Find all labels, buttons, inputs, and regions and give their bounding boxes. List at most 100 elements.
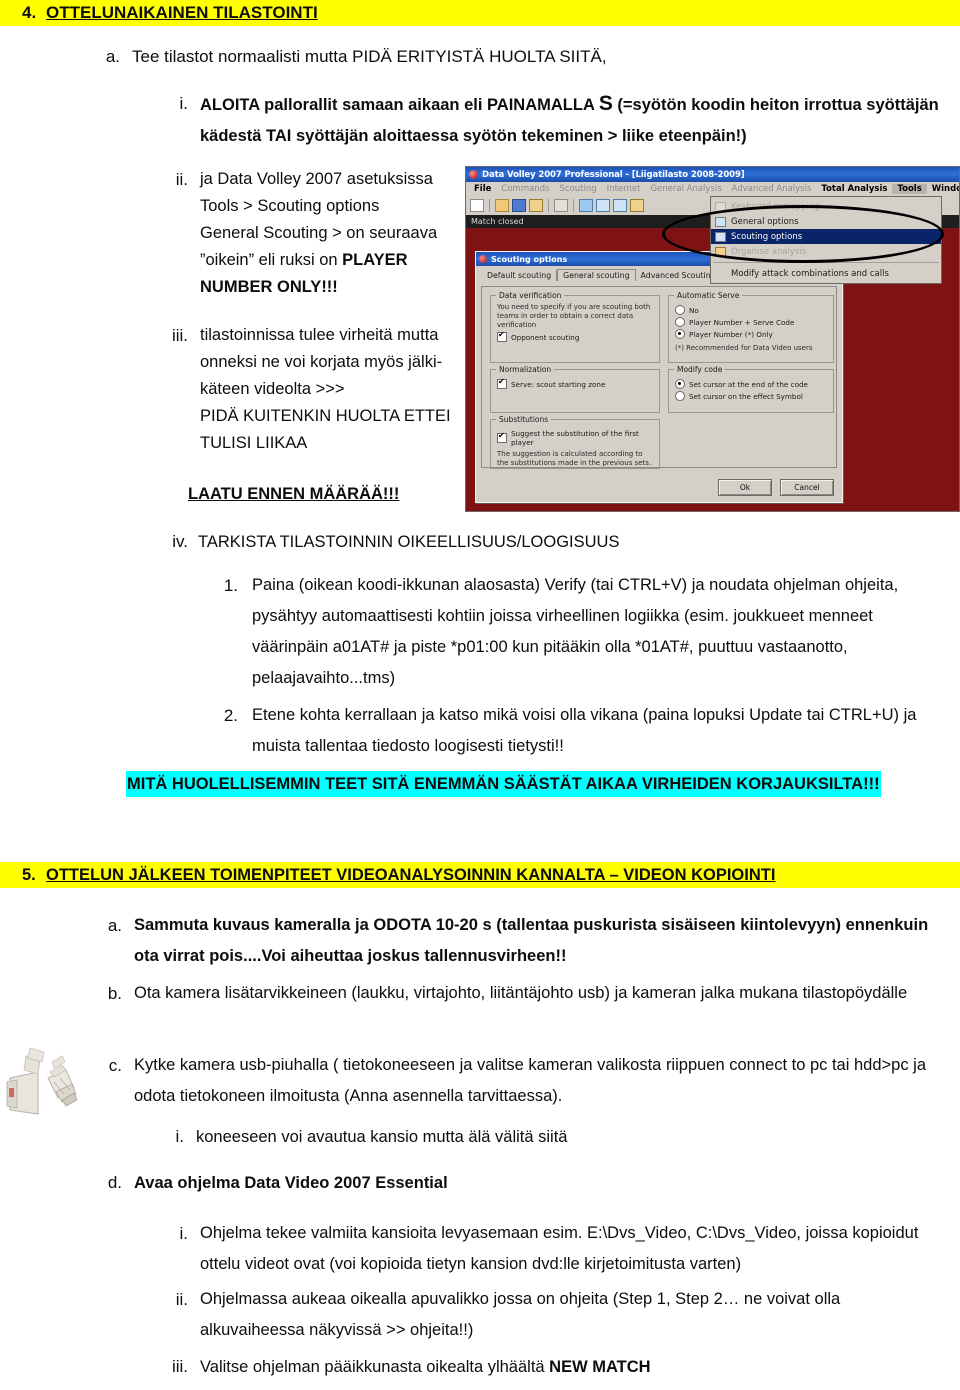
open-match-icon[interactable] — [630, 199, 644, 212]
dialog-app-icon — [479, 255, 487, 263]
radio-serve-player-number-serve-code[interactable]: Player Number + Serve Code — [675, 317, 827, 327]
opponent-scouting-label: Opponent scouting — [511, 332, 580, 342]
group-data-verification: Data verification You need to specify if… — [490, 291, 660, 363]
window-icon[interactable] — [579, 199, 593, 212]
section-4-heading: 4. OTTELUNAIKAINEN TILASTOINTI — [0, 0, 960, 26]
item-5a-text: Sammuta kuvaus kameralla ja ODOTA 10-20 … — [134, 916, 929, 965]
suggest-substitution-checkbox[interactable]: Suggest the substitution of the first pl… — [497, 429, 653, 447]
item-4a-iii-line3: käteen videolta >>> — [200, 380, 345, 398]
cyan-highlight-banner: MITÄ HUOLELLISEMMIN TEET SITÄ ENEMMÄN SÄ… — [126, 771, 881, 797]
ok-button[interactable]: Ok — [718, 479, 772, 496]
item-4a-iii-marker: iii. — [171, 326, 188, 345]
folder-icon — [715, 246, 726, 257]
checkbox-icon — [497, 330, 507, 342]
item-5d-ii-marker: ii. — [175, 1290, 188, 1309]
item-5d-iii-text-bold: NEW MATCH — [549, 1358, 651, 1376]
item-4a-iv-marker: iv. — [172, 532, 188, 551]
general-options-icon — [715, 216, 726, 227]
serve-scout-starting-zone-checkbox[interactable]: Serve: scout starting zone — [497, 377, 653, 389]
section-4-title: OTTELUNAIKAINEN TILASTOINTI — [46, 3, 318, 22]
item-4a-i-marker: i. — [179, 94, 189, 113]
checkbox-icon — [497, 431, 507, 443]
radio-serve-no-label: No — [689, 305, 699, 315]
dv-menu-commands[interactable]: Commands — [496, 184, 554, 194]
dv-app-icon — [469, 170, 478, 179]
new-file-icon[interactable] — [470, 199, 484, 212]
dv-menu-item-modify-attack-combinations[interactable]: Modify attack combinations and calls — [711, 266, 941, 281]
dv-menu-item-keyboard-remapping[interactable]: Keyboard remapping — [711, 199, 941, 214]
dv-menu-internet[interactable]: Internet — [602, 184, 646, 194]
radio-serve-player-number-only[interactable]: Player Number (*) Only — [675, 329, 827, 339]
item-4a-ii-line3: General Scouting > on seuraava — [200, 224, 438, 242]
dv-menu-advanced-analysis[interactable]: Advanced Analysis — [727, 184, 817, 194]
dv-menu-item-scouting-options[interactable]: Scouting options — [711, 229, 941, 244]
section-5-title: OTTELUN JÄLKEEN TOIMENPITEET VIDEOANALYS… — [46, 865, 776, 884]
item-4a-iii-text: tilastoinnissa tulee virheitä mutta onne… — [188, 322, 460, 457]
item-5b-marker: b. — [107, 984, 122, 1003]
dialog-title-text: Scouting options — [491, 254, 568, 264]
section-5-heading: 5. OTTELUN JÄLKEEN TOIMENPITEET VIDEOANA… — [0, 862, 960, 888]
item-5d-marker: d. — [107, 1173, 122, 1192]
item-5c: c. Kytke kamera usb-piuhalla ( tietokone… — [86, 1050, 946, 1112]
export-icon[interactable] — [596, 199, 610, 212]
radio-serve-no[interactable]: No — [675, 305, 827, 315]
item-4-numbered-2: 2. Etene kohta kerrallaan ja katso mikä … — [210, 700, 950, 762]
item-4a-ii-line2: Tools > Scouting options — [200, 197, 380, 215]
group-automatic-serve-label: Automatic Serve — [674, 291, 743, 300]
toolbar-separator — [489, 199, 490, 212]
dv-menu-total-analysis[interactable]: Total Analysis — [816, 184, 892, 194]
group-substitutions: Substitutions Suggest the substitution o… — [490, 415, 660, 469]
dv-menu-file[interactable]: File — [469, 184, 496, 194]
dv-menu-item-modify-attack-combinations-label: Modify attack combinations and calls — [731, 268, 889, 279]
radio-cursor-end-of-code[interactable]: Set cursor at the end of the code — [675, 379, 827, 389]
group-modify-code-label: Modify code — [674, 365, 726, 374]
tab-general-scouting[interactable]: General scouting — [557, 269, 636, 281]
usb-cable-svg — [6, 1047, 78, 1115]
dv-tools-dropdown: Keyboard remapping General options Scout… — [710, 196, 942, 284]
usb-cable-image — [4, 1047, 80, 1134]
open-folder-icon[interactable] — [495, 199, 509, 212]
item-4a-iii-line1: tilastoinnissa tulee virheitä mutta — [200, 326, 439, 344]
item-4a-marker: a. — [105, 47, 120, 66]
radio-icon — [675, 329, 685, 339]
item-4a-ii-line5: NUMBER ONLY!!! — [200, 278, 338, 296]
calendar-icon[interactable] — [529, 199, 543, 212]
radio-icon — [675, 305, 685, 315]
suggest-substitution-label: Suggest the substitution of the first pl… — [511, 429, 639, 447]
toolbar-separator-3 — [573, 199, 574, 212]
item-4-numbered-1: 1. Paina (oikean koodi-ikkunan alaosasta… — [210, 570, 950, 694]
item-4-numbered-2-marker: 2. — [223, 706, 238, 725]
scoreboard-icon[interactable] — [512, 199, 526, 212]
item-5d-iii: iii. Valitse ohjelman pääikkunasta oikea… — [150, 1352, 940, 1382]
cancel-button[interactable]: Cancel — [780, 479, 834, 496]
opponent-scouting-checkbox[interactable]: Opponent scouting — [497, 330, 653, 342]
item-5d-text: Avaa ohjelma Data Video 2007 Essential — [134, 1174, 448, 1192]
item-5a: a. Sammuta kuvaus kameralla ja ODOTA 10-… — [86, 910, 946, 972]
dv-menu-item-general-options-label: General options — [731, 216, 799, 227]
item-4a-ii-line1: ja Data Volley 2007 asetuksissa — [200, 170, 433, 188]
radio-cursor-effect-symbol[interactable]: Set cursor on the effect Symbol — [675, 391, 827, 401]
item-4a-i: i. ALOITA pallorallit samaan aikaan eli … — [150, 88, 950, 152]
data-verification-description: You need to specify if you are scouting … — [497, 303, 651, 329]
dv-title-bar: Data Volley 2007 Professional - [Liigati… — [466, 167, 959, 182]
radio-serve-player-number-only-label: Player Number (*) Only — [689, 329, 773, 339]
tab-default-scouting[interactable]: Default scouting — [482, 270, 558, 281]
item-4a-i-text: ALOITA pallorallit samaan aikaan eli PAI… — [188, 88, 950, 152]
dv-menu-item-general-options[interactable]: General options — [711, 214, 941, 229]
dv-menu-general-analysis[interactable]: General Analysis — [645, 184, 726, 194]
section-5-number: 5. — [22, 865, 36, 884]
tab-advanced-scouting[interactable]: Advanced Scouting — [636, 270, 722, 281]
substitutions-description: The suggestion is calculated according t… — [497, 450, 652, 467]
dv-menu-tools[interactable]: Tools — [892, 184, 927, 194]
item-5c-marker: c. — [108, 1056, 122, 1075]
dv-menu-item-organise-analysis[interactable]: Organise analysis — [711, 244, 941, 259]
item-5d-i-marker: i. — [179, 1224, 189, 1243]
item-5d-iii-marker: iii. — [171, 1357, 188, 1376]
item-4a-i-text-before: ALOITA pallorallit samaan aikaan eli PAI… — [200, 96, 599, 114]
dv-menu-scouting[interactable]: Scouting — [555, 184, 602, 194]
report-icon[interactable] — [613, 199, 627, 212]
item-5d-iii-text-normal: Valitse ohjelman pääikkunasta oikealta y… — [200, 1358, 550, 1376]
group-automatic-serve: Automatic Serve No Player Number + Serve… — [668, 291, 834, 363]
document-icon[interactable] — [554, 199, 568, 212]
dv-menu-window[interactable]: Window — [927, 184, 959, 194]
